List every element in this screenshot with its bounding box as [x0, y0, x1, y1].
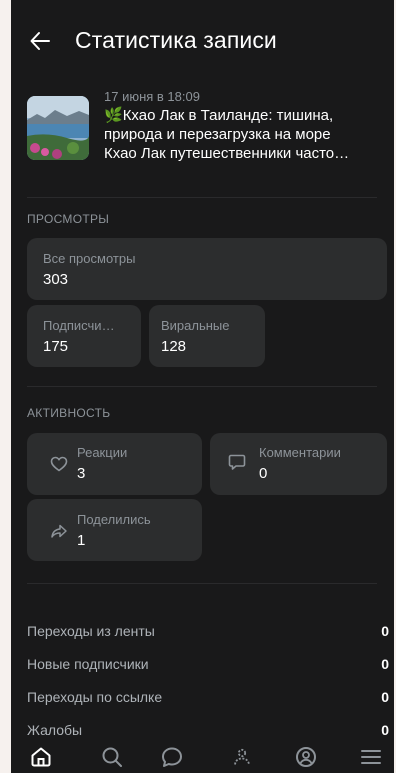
post-thumbnail [27, 96, 89, 160]
comment-icon [228, 454, 246, 470]
reactions-value: 3 [77, 465, 86, 482]
page-title: Статистика записи [75, 27, 277, 53]
stats-row-label: Жалобы [27, 722, 83, 738]
tab-menu[interactable] [358, 744, 384, 770]
messages-icon [162, 747, 182, 767]
all-views-card[interactable]: Все просмотры 303 [27, 238, 387, 300]
shares-value: 1 [77, 532, 86, 549]
arrow-left-icon [30, 32, 50, 50]
stats-row-value: 0 [381, 722, 389, 738]
post-text-line: Кхао Лак путешественники часто… [104, 145, 350, 162]
header: Статистика записи [11, 0, 394, 86]
tab-search[interactable] [99, 744, 125, 770]
tab-messages[interactable] [159, 744, 185, 770]
search-icon [102, 747, 122, 767]
comments-label: Комментарии [259, 445, 341, 460]
menu-icon [361, 750, 381, 764]
activity-section-title: АКТИВНОСТЬ [27, 406, 111, 420]
post-text-line: природа и перезагрузка на море [104, 126, 331, 143]
stats-row-label: Переходы по ссылке [27, 689, 163, 705]
stats-row-label: Новые подписчики [27, 656, 149, 672]
reactions-card[interactable]: Реакции 3 [27, 433, 202, 495]
friends-icon [234, 748, 250, 765]
post-text-line: Кхао Лак в Таиланде: тишина, [122, 107, 334, 124]
shares-label: Поделились [77, 512, 151, 527]
comments-card[interactable]: Комментарии 0 [210, 433, 387, 495]
subscribers-views-label: Подписчи… [43, 318, 115, 333]
shares-card[interactable]: Поделились 1 [27, 499, 202, 561]
heart-icon [50, 456, 68, 472]
all-views-value: 303 [43, 271, 69, 288]
subscribers-views-card[interactable]: Подписчи… 175 [27, 305, 141, 367]
comments-value: 0 [259, 465, 268, 482]
stats-row-complaints: Жалобы 0 [27, 722, 389, 742]
share-icon [51, 524, 67, 538]
subscribers-views-value: 175 [43, 338, 69, 355]
post-statistics-screen: Статистика записи 17 июня в 18:09 🌿Кхао … [11, 0, 394, 773]
stats-row-value: 0 [381, 623, 389, 639]
post-text: 🌿Кхао Лак в Таиланде: тишина, природа и … [104, 106, 386, 163]
stats-row-value: 0 [381, 656, 389, 672]
tab-home[interactable] [28, 744, 54, 770]
post-date: 17 июня в 18:09 [104, 89, 200, 104]
reactions-label: Реакции [77, 445, 128, 460]
stats-row-feed-clicks: Переходы из ленты 0 [27, 623, 389, 643]
divider [27, 197, 377, 198]
post-preview[interactable]: 17 июня в 18:09 🌿Кхао Лак в Таиланде: ти… [27, 89, 387, 170]
divider [27, 583, 377, 584]
divider [27, 386, 377, 387]
viral-views-value: 128 [161, 338, 187, 355]
leaf-emoji-icon: 🌿 [104, 107, 123, 124]
stats-row-label: Переходы из ленты [27, 623, 155, 639]
tab-friends[interactable] [229, 744, 255, 770]
stats-row-link-clicks: Переходы по ссылке 0 [27, 689, 389, 709]
all-views-label: Все просмотры [43, 251, 136, 266]
bottom-tab-bar [11, 740, 394, 773]
stats-row-value: 0 [381, 689, 389, 705]
profile-icon [296, 747, 316, 767]
tab-profile[interactable] [293, 744, 319, 770]
views-section-title: ПРОСМОТРЫ [27, 212, 110, 226]
viral-views-label: Виральные [161, 318, 230, 333]
viral-views-card[interactable]: Виральные 128 [149, 305, 265, 367]
stats-row-new-subscribers: Новые подписчики 0 [27, 656, 389, 676]
home-icon [31, 747, 51, 767]
back-button[interactable] [25, 26, 55, 56]
